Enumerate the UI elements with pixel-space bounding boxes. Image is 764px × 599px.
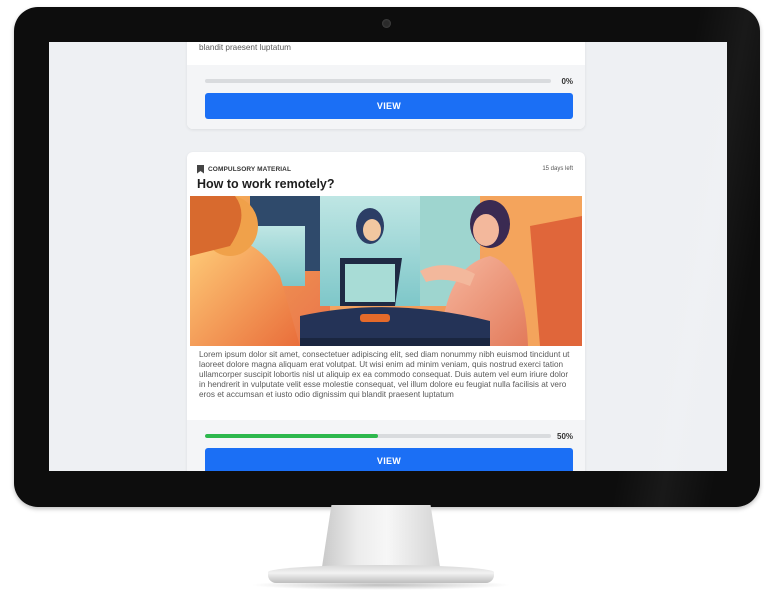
- material-tag: COMPULSORY MATERIAL: [208, 165, 292, 173]
- course-card-previous: blandit praesent luptatum 0% VIEW: [187, 42, 585, 129]
- card-title: How to work remotely?: [197, 177, 335, 191]
- monitor-stand-base: [268, 565, 494, 583]
- progress-fill: [205, 434, 378, 438]
- progress-row: 0%: [205, 76, 573, 86]
- monitor-frame: blandit praesent luptatum 0% VIEW COMPUL…: [14, 7, 760, 507]
- progress-section: 0% VIEW: [187, 65, 585, 129]
- remote-work-illustration: [190, 196, 582, 346]
- progress-percent: 50%: [557, 431, 574, 441]
- progress-row: 50%: [205, 431, 573, 441]
- course-illustration[interactable]: [190, 196, 582, 346]
- card-description: blandit praesent luptatum: [199, 43, 291, 52]
- card-header: COMPULSORY MATERIAL 15 days left: [197, 164, 573, 174]
- bookmark-icon: [197, 164, 204, 174]
- course-card: COMPULSORY MATERIAL 15 days left How to …: [187, 152, 585, 471]
- progress-bar: [205, 79, 551, 83]
- monitor-stand-neck: [322, 505, 440, 567]
- card-description: Lorem ipsum dolor sit amet, consectetuer…: [199, 350, 570, 399]
- view-button[interactable]: VIEW: [205, 93, 573, 119]
- webcam-icon: [382, 19, 391, 28]
- progress-bar: [205, 434, 551, 438]
- screen: blandit praesent luptatum 0% VIEW COMPUL…: [49, 42, 727, 471]
- view-button[interactable]: VIEW: [205, 448, 573, 471]
- progress-percent: 0%: [561, 76, 573, 86]
- progress-section: 50% VIEW: [187, 420, 585, 471]
- due-label: 15 days left: [542, 166, 573, 172]
